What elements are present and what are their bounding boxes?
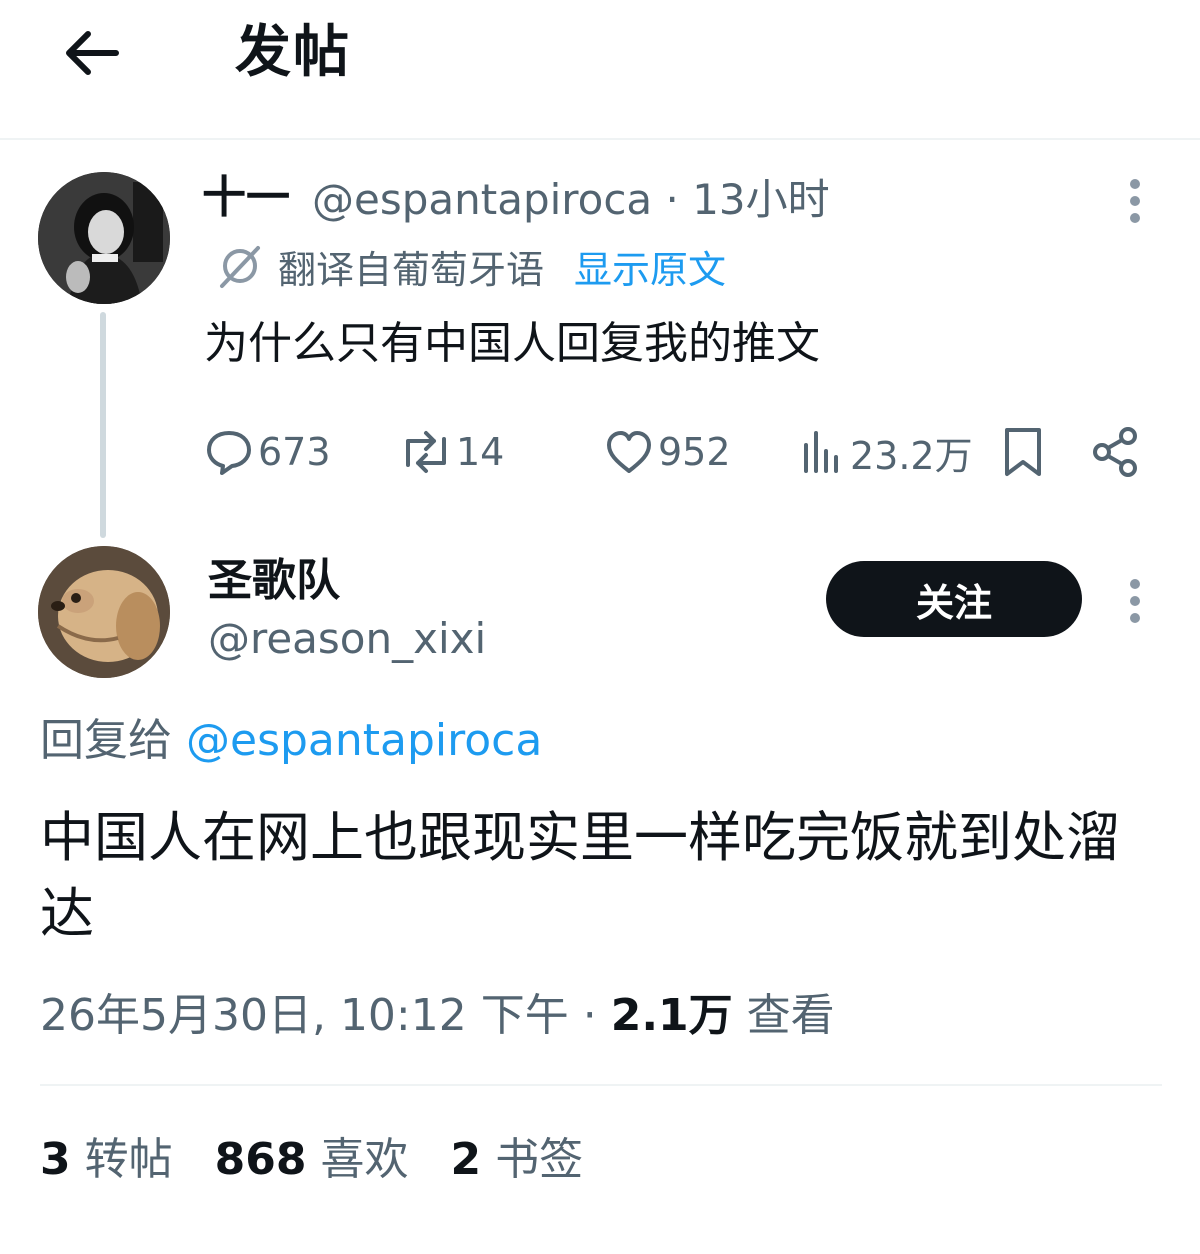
engagement-stats: 3 转帖 868 喜欢 2 书签 — [40, 1128, 625, 1192]
reply-count: 673 — [258, 430, 331, 474]
retweets-stat[interactable]: 3 转帖 — [40, 1128, 173, 1192]
show-original-link[interactable]: 显示原文 — [574, 239, 726, 294]
bookmarks-label: 书签 — [495, 1134, 584, 1185]
author-name[interactable]: 十一 — [202, 170, 290, 226]
thread-line — [100, 312, 106, 538]
view-label: 查看 — [732, 990, 835, 1041]
reply-tweet-text: 中国人在网上也跟现实里一样吃完饭就到处溜达 — [40, 806, 1120, 945]
retweet-icon — [406, 431, 446, 473]
heart-icon — [607, 431, 651, 473]
likes-label: 喜欢 — [320, 1134, 409, 1185]
retweet-button[interactable]: 14 — [400, 424, 504, 480]
more-vertical-icon — [1130, 579, 1140, 623]
retweet-count: 14 — [456, 430, 505, 474]
reply-icon — [207, 431, 251, 475]
timestamp: 26年5月30日, 10:12 下午 · — [40, 990, 611, 1041]
more-options-button[interactable] — [1118, 576, 1152, 626]
share-button[interactable] — [1088, 424, 1144, 480]
follow-button[interactable]: 关注 — [826, 561, 1082, 637]
tweet-text: 为什么只有中国人回复我的推文 — [204, 318, 820, 369]
avatar-reason-xixi[interactable] — [38, 546, 170, 678]
retweets-count: 3 — [40, 1134, 71, 1185]
more-options-button[interactable] — [1118, 176, 1152, 226]
avatar-espantapiroca[interactable] — [38, 172, 170, 304]
like-count: 952 — [658, 430, 731, 474]
like-button[interactable]: 952 — [604, 424, 731, 480]
share-icon — [1093, 427, 1137, 477]
reply-author-handle[interactable]: @reason_xixi — [208, 610, 486, 668]
translated-from-label: 翻译自葡萄牙语 — [278, 247, 545, 292]
bookmark-icon — [1005, 428, 1041, 476]
views-count: 23.2万 — [850, 433, 973, 478]
translate-icon — [220, 246, 260, 288]
likes-stat[interactable]: 868 喜欢 — [215, 1128, 409, 1192]
bookmarks-stat[interactable]: 2 书签 — [450, 1128, 583, 1192]
translation-row: 翻译自葡萄牙语 显示原文 — [216, 240, 726, 292]
page-title: 发帖 — [235, 20, 351, 85]
replying-to-label: 回复给 — [40, 715, 172, 766]
bookmarks-count: 2 — [450, 1134, 482, 1185]
meta-divider — [40, 1084, 1162, 1086]
replying-to: 回复给 @espantapiroca — [40, 710, 542, 772]
header-divider — [0, 138, 1200, 140]
bookmark-button[interactable] — [1000, 424, 1046, 480]
retweets-label: 转帖 — [84, 1134, 173, 1185]
views-chart-icon — [804, 431, 838, 473]
more-vertical-icon — [1130, 179, 1140, 223]
views-button[interactable]: 23.2万 — [800, 424, 973, 480]
avatar-image — [38, 172, 170, 304]
arrow-left-icon — [66, 31, 119, 75]
likes-count: 868 — [214, 1134, 307, 1185]
view-count: 2.1万 — [610, 990, 733, 1041]
author-handle-time[interactable]: @espantapiroca · 13小时 — [312, 172, 830, 228]
replying-to-handle-link[interactable]: @espantapiroca — [186, 715, 542, 766]
reply-button[interactable]: 673 — [204, 424, 331, 480]
back-button[interactable] — [60, 22, 122, 84]
tweet-meta: 26年5月30日, 10:12 下午 · 2.1万 查看 — [40, 984, 835, 1048]
reply-author-name[interactable]: 圣歌队 — [208, 552, 340, 610]
avatar-image — [38, 546, 170, 678]
